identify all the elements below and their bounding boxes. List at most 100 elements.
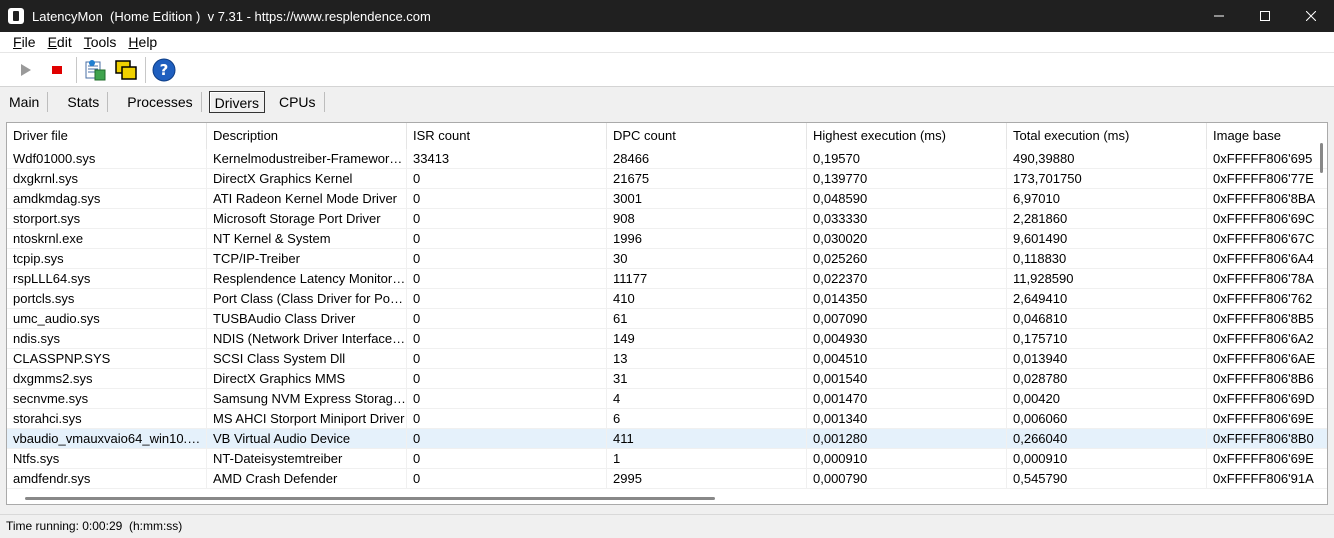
table-cell: Samsung NVM Express Storage Driver	[207, 389, 407, 409]
menu-file[interactable]: File	[7, 32, 42, 52]
table-row[interactable]: storahci.sys MS AHCI Storport Miniport Dr…	[7, 409, 1327, 429]
table-cell: amdkmdag.sys	[7, 189, 207, 209]
table-row[interactable]: amdfendr.sys AMD Crash Defender 0 2995 0,000…	[7, 469, 1327, 489]
table-row[interactable]: tcpip.sys TCP/IP-Treiber 0 30 0,025260 0,1188…	[7, 249, 1327, 269]
table-cell: 0,006060	[1007, 409, 1207, 429]
table-row[interactable]: Ntfs.sys NT-Dateisystemtreiber 0 1 0,000910 0…	[7, 449, 1327, 469]
table-row[interactable]: secnvme.sysSamsung NVM Express Storage D…	[7, 389, 1327, 409]
column-header[interactable]: DPC count	[607, 123, 807, 149]
table-row[interactable]: Wdf01000.sys Kernelmodustreiber-Framework…	[7, 149, 1327, 169]
table-row[interactable]: umc_audio.sys TUSBAudio Class Driver 0 61 0,…	[7, 309, 1327, 329]
table-row[interactable]: dxgmms2.sys DirectX Graphics MMS 0 31 0,0015…	[7, 369, 1327, 389]
table-cell: 31	[607, 369, 807, 389]
report-button[interactable]	[81, 56, 109, 84]
horizontal-scrollbar[interactable]	[7, 492, 1327, 504]
title-bar: LatencyMon (Home Edition ) v 7.31 - http…	[0, 0, 1334, 32]
table-cell: 0,19570	[807, 149, 1007, 169]
table-cell: CLASSPNP.SYS	[7, 349, 207, 369]
vertical-scrollbar[interactable]	[1316, 123, 1326, 493]
table-cell: 173,701750	[1007, 169, 1207, 189]
tab-stats[interactable]: Stats	[59, 91, 109, 113]
start-button[interactable]	[12, 56, 40, 84]
menu-help[interactable]: Help	[122, 32, 163, 52]
table-cell: Microsoft Storage Port Driver	[207, 209, 407, 229]
column-header[interactable]: Highest execution (ms)	[807, 123, 1007, 149]
table-cell: 0xFFFFF806'78A	[1207, 269, 1327, 289]
table-row[interactable]: amdkmdag.sys ATI Radeon Kernel Mode Drive…	[7, 189, 1327, 209]
horizontal-scroll-thumb[interactable]	[25, 497, 715, 500]
table-cell: SCSI Class System Dll	[207, 349, 407, 369]
table-cell: tcpip.sys	[7, 249, 207, 269]
minimize-button[interactable]	[1196, 0, 1242, 32]
menu-edit-accel: E	[47, 34, 57, 50]
help-button[interactable]: ?	[150, 56, 178, 84]
table-cell: 0	[407, 389, 607, 409]
menu-tools-label: ools	[90, 34, 117, 50]
tab-processes[interactable]: Processes	[119, 91, 202, 113]
table-cell: 0	[407, 429, 607, 449]
table-cell: storport.sys	[7, 209, 207, 229]
table-cell: 0xFFFFF806'8B0	[1207, 429, 1327, 449]
table-row[interactable]: portcls.sys Port Class (Class Driver for …	[7, 289, 1327, 309]
table-cell: 61	[607, 309, 807, 329]
table-row[interactable]: ntoskrnl.exe NT Kernel & System 0 1996 0,030…	[7, 229, 1327, 249]
table-cell: 2,649410	[1007, 289, 1207, 309]
table-cell: 0,028780	[1007, 369, 1207, 389]
maximize-button[interactable]	[1242, 0, 1288, 32]
table-row[interactable]: ndis.sys NDIS (Network Driver Interface S…	[7, 329, 1327, 349]
table-cell: 1	[607, 449, 807, 469]
table-cell: TCP/IP-Treiber	[207, 249, 407, 269]
table-cell: 0xFFFFF806'8B6	[1207, 369, 1327, 389]
table-cell: 0,004930	[807, 329, 1007, 349]
table-row[interactable]: CLASSPNP.SYS SCSI Class System Dll 0 13 0,00…	[7, 349, 1327, 369]
table-cell: NT-Dateisystemtreiber	[207, 449, 407, 469]
table-row[interactable]: dxgkrnl.sys DirectX Graphics Kernel 0 21675…	[7, 169, 1327, 189]
column-header[interactable]: Image base	[1207, 123, 1327, 149]
stop-icon	[52, 66, 62, 74]
table-row[interactable]: rspLLL64.sys Resplendence Latency Monitor…	[7, 269, 1327, 289]
vertical-scroll-thumb[interactable]	[1320, 143, 1323, 173]
table-cell: 0,545790	[1007, 469, 1207, 489]
table-cell: AMD Crash Defender	[207, 469, 407, 489]
menu-bar: File Edit Tools Help	[0, 32, 1334, 53]
menu-edit[interactable]: Edit	[42, 32, 78, 52]
table-cell: 0,000910	[1007, 449, 1207, 469]
tab-cpus[interactable]: CPUs	[271, 91, 325, 113]
stop-button[interactable]	[43, 56, 71, 84]
table-cell: 0xFFFFF806'69D	[1207, 389, 1327, 409]
table-cell: NDIS (Network Driver Interface Specifica…	[207, 329, 407, 349]
column-header[interactable]: Description	[207, 123, 407, 149]
table-cell: 0xFFFFF806'91A	[1207, 469, 1327, 489]
tab-main[interactable]: Main	[1, 91, 49, 113]
report-icon	[85, 60, 106, 81]
table-cell: 0	[407, 369, 607, 389]
table-cell: 0,000910	[807, 449, 1007, 469]
table-cell: 0	[407, 169, 607, 189]
toolbar-separator	[145, 57, 146, 83]
close-button[interactable]	[1288, 0, 1334, 32]
column-header[interactable]: ISR count	[407, 123, 607, 149]
column-header[interactable]: Driver file	[7, 123, 207, 149]
table-cell: 0xFFFFF806'69E	[1207, 449, 1327, 469]
table-row[interactable]: storport.sys Microsoft Storage Port Drive…	[7, 209, 1327, 229]
table-cell: dxgmms2.sys	[7, 369, 207, 389]
table-cell: 0,001280	[807, 429, 1007, 449]
table-cell: 0,000790	[807, 469, 1007, 489]
svg-text:?: ?	[160, 61, 169, 79]
table-cell: 0xFFFFF806'67C	[1207, 229, 1327, 249]
drivers-panel: Driver file Description ISR count DPC count…	[0, 117, 1334, 514]
table-row[interactable]: vbaudio_vmauxvaio64_win10.sys VB Virtual …	[7, 429, 1327, 449]
table-cell: 4	[607, 389, 807, 409]
tab-drivers[interactable]: Drivers	[208, 91, 265, 113]
window-controls	[1196, 0, 1334, 32]
table-cell: 0	[407, 469, 607, 489]
table-cell: 0,004510	[807, 349, 1007, 369]
table-cell: portcls.sys	[7, 289, 207, 309]
column-header[interactable]: Total execution (ms)	[1007, 123, 1207, 149]
menu-tools[interactable]: Tools	[78, 32, 123, 52]
table-cell: 0xFFFFF806'6A4	[1207, 249, 1327, 269]
table-cell: 0xFFFFF806'762	[1207, 289, 1327, 309]
windows-button[interactable]	[112, 56, 140, 84]
table-cell: 0	[407, 229, 607, 249]
windows-icon	[115, 60, 137, 80]
